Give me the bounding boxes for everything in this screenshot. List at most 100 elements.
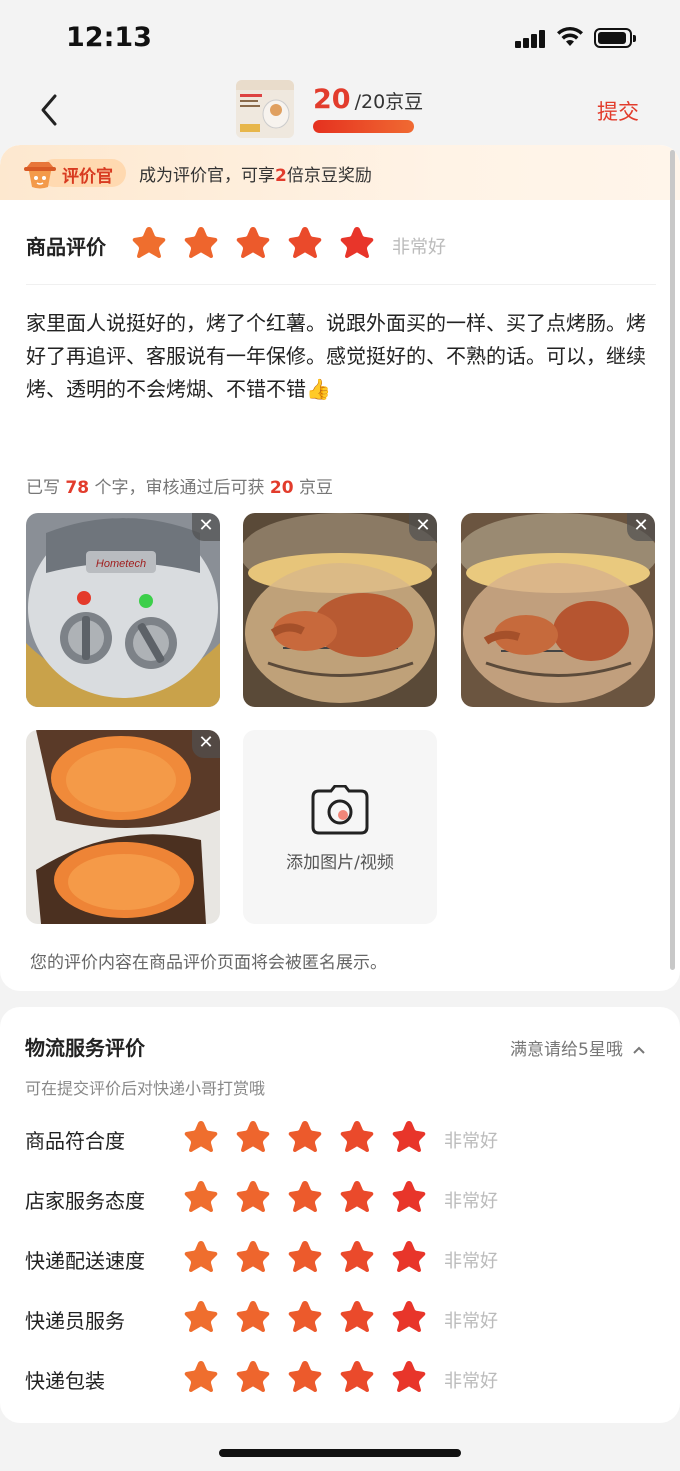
star-icon[interactable] <box>288 1179 322 1213</box>
star-rating <box>184 1239 444 1273</box>
photo-sweet-potato-in-fryer[interactable]: ✕ <box>243 513 437 707</box>
rating-row-courier-service: 快递员服务 非常好 <box>25 1299 655 1339</box>
star-icon[interactable] <box>288 1359 322 1393</box>
cellular-signal-icon <box>515 30 547 48</box>
reviewer-mascot-icon <box>24 162 56 189</box>
star-icon[interactable] <box>132 225 166 259</box>
top-nav: 20 /20京豆 提交 <box>0 80 680 142</box>
product-rating-row: 商品评价 非常好 <box>26 225 656 265</box>
promo-text: 成为评价官，可享2倍京豆奖励 <box>139 166 372 186</box>
star-icon[interactable] <box>392 1239 426 1273</box>
anonymous-note: 您的评价内容在商品评价页面将会被匿名展示。 <box>30 953 387 973</box>
star-rating <box>184 1179 444 1213</box>
star-icon[interactable] <box>184 1299 218 1333</box>
submit-button[interactable]: 提交 <box>597 96 639 126</box>
star-icon[interactable] <box>184 1119 218 1153</box>
star-icon[interactable] <box>184 1179 218 1213</box>
star-icon[interactable] <box>236 1239 270 1273</box>
star-icon[interactable] <box>392 1359 426 1393</box>
battery-icon <box>594 28 636 48</box>
add-media-label: 添加图片/视频 <box>286 853 394 873</box>
add-media-button[interactable]: 添加图片/视频 <box>243 730 437 924</box>
rating-row-delivery-speed: 快递配送速度 非常好 <box>25 1239 655 1279</box>
svg-text:Hometech: Hometech <box>96 558 146 570</box>
logistics-card: 物流服务评价 满意请给5星哦 可在提交评价后对快递小哥打赏哦 商品符合度 非常好… <box>0 1007 680 1423</box>
photo-sweet-potato-in-fryer-2[interactable]: ✕ <box>461 513 655 707</box>
photo-sweet-potato-opened[interactable]: ✕ <box>26 730 220 924</box>
remove-photo-button[interactable]: ✕ <box>409 513 437 541</box>
star-icon[interactable] <box>236 1359 270 1393</box>
divider <box>26 284 656 285</box>
chevron-up-icon <box>633 1046 645 1054</box>
rating-note: 非常好 <box>444 1311 498 1332</box>
reward-beans: 20 <box>269 478 294 498</box>
star-icon[interactable] <box>288 1119 322 1153</box>
star-icon[interactable] <box>288 1239 322 1273</box>
product-rating-note: 非常好 <box>392 237 446 258</box>
star-icon[interactable] <box>392 1299 426 1333</box>
photo-air-fryer-dials[interactable]: Hometech ✕ <box>26 513 220 707</box>
logistics-subtitle: 可在提交评价后对快递小哥打赏哦 <box>25 1079 266 1098</box>
logistics-hint-toggle[interactable]: 满意请给5星哦 <box>510 1035 646 1060</box>
bean-current: 20 <box>313 84 351 115</box>
reviewer-badge-label: 评价官 <box>62 167 113 187</box>
star-icon[interactable] <box>340 1299 374 1333</box>
star-icon[interactable] <box>236 1179 270 1213</box>
star-icon[interactable] <box>184 225 218 259</box>
rating-row-label: 店家服务态度 <box>25 1189 145 1213</box>
rating-note: 非常好 <box>444 1371 498 1392</box>
remove-photo-button[interactable]: ✕ <box>192 513 220 541</box>
status-time: 12:13 <box>66 22 152 53</box>
product-star-rating <box>132 225 392 259</box>
star-icon[interactable] <box>236 1119 270 1153</box>
star-icon[interactable] <box>288 1299 322 1333</box>
star-icon[interactable] <box>340 1119 374 1153</box>
star-rating <box>184 1119 444 1153</box>
star-icon[interactable] <box>184 1359 218 1393</box>
promo-multiplier: 2 <box>275 166 287 186</box>
star-icon[interactable] <box>340 1359 374 1393</box>
bean-progress-bar <box>313 120 414 133</box>
chevron-left-icon <box>41 94 57 126</box>
wifi-icon <box>557 26 583 46</box>
star-icon[interactable] <box>392 1119 426 1153</box>
reviewer-badge: 评价官 <box>22 155 126 189</box>
star-icon[interactable] <box>288 225 322 259</box>
star-rating <box>184 1299 444 1333</box>
bean-counter: 20 /20京豆 <box>313 84 423 115</box>
product-rating-label: 商品评价 <box>26 235 106 259</box>
rating-row-label: 快递员服务 <box>25 1309 125 1333</box>
scrollbar[interactable] <box>670 150 675 970</box>
bean-total: /20京豆 <box>354 91 424 113</box>
rating-row-packaging: 快递包装 非常好 <box>25 1359 655 1399</box>
star-icon[interactable] <box>236 1299 270 1333</box>
star-rating <box>184 1359 444 1393</box>
back-button[interactable] <box>36 90 66 130</box>
review-card: 评价官 成为评价官，可享2倍京豆奖励 商品评价 非常好 家里面人说挺好的，烤了个… <box>0 145 680 991</box>
rating-note: 非常好 <box>444 1131 498 1152</box>
rating-row-label: 快递配送速度 <box>25 1249 145 1273</box>
reviewer-promo-banner[interactable]: 评价官 成为评价官，可享2倍京豆奖励 <box>0 145 680 200</box>
star-icon[interactable] <box>236 225 270 259</box>
word-count: 78 <box>65 478 90 498</box>
star-icon[interactable] <box>184 1239 218 1273</box>
product-thumbnail <box>236 80 294 138</box>
rating-row-seller-service: 店家服务态度 非常好 <box>25 1179 655 1219</box>
camera-icon <box>311 785 369 835</box>
star-icon[interactable] <box>340 1239 374 1273</box>
rating-row-match: 商品符合度 非常好 <box>25 1119 655 1159</box>
rating-row-label: 快递包装 <box>25 1369 105 1393</box>
home-indicator <box>219 1449 461 1457</box>
rating-note: 非常好 <box>444 1191 498 1212</box>
logistics-title: 物流服务评价 <box>25 1036 145 1060</box>
remove-photo-button[interactable]: ✕ <box>192 730 220 758</box>
rating-row-label: 商品符合度 <box>25 1129 125 1153</box>
status-bar: 12:13 <box>0 0 680 80</box>
rating-note: 非常好 <box>444 1251 498 1272</box>
remove-photo-button[interactable]: ✕ <box>627 513 655 541</box>
star-icon[interactable] <box>340 1179 374 1213</box>
star-icon[interactable] <box>392 1179 426 1213</box>
review-textarea[interactable]: 家里面人说挺好的，烤了个红薯。说跟外面买的一样、买了点烤肠。烤好了再追评、客服说… <box>26 307 646 406</box>
word-count-hint: 已写 78 个字，审核通过后可获 20 京豆 <box>26 478 333 498</box>
star-icon[interactable] <box>340 225 374 259</box>
